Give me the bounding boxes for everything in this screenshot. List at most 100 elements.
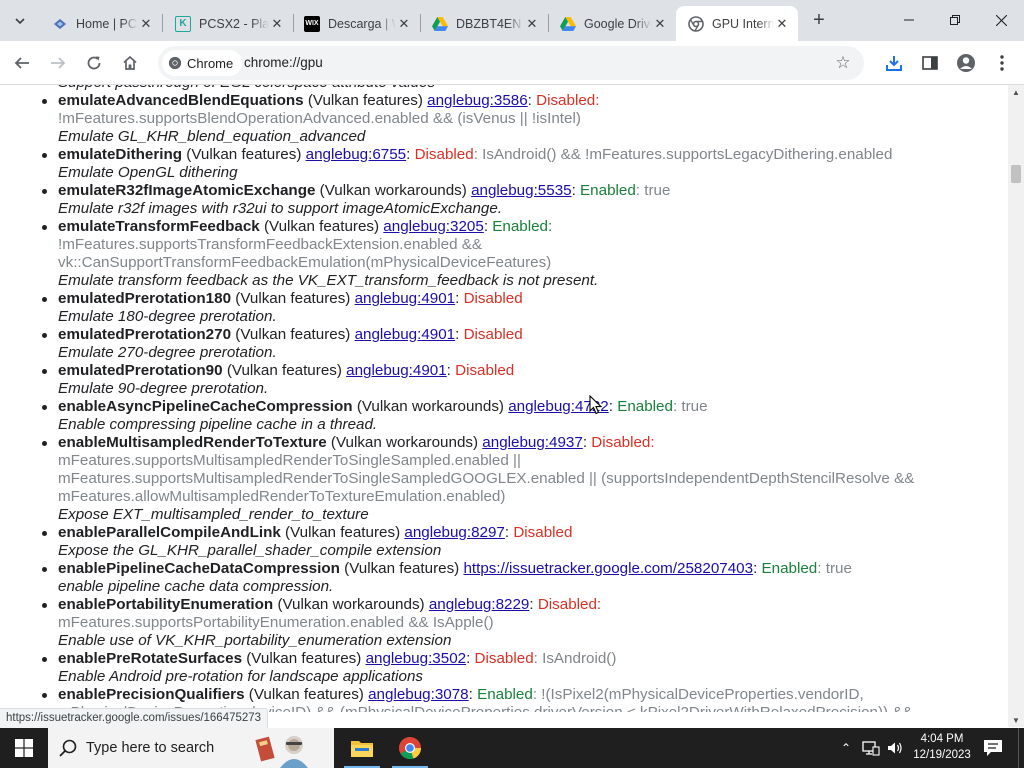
bug-link[interactable]: anglebug:4937 xyxy=(482,434,583,451)
close-icon[interactable]: ✕ xyxy=(524,16,540,32)
start-button[interactable] xyxy=(0,728,48,768)
vertical-scrollbar[interactable]: ▲ ▼ xyxy=(1008,85,1024,727)
browser-toolbar: Chrome chrome://gpu ☆ xyxy=(0,41,1024,85)
bug-link[interactable]: anglebug:4901 xyxy=(346,362,447,379)
back-button[interactable] xyxy=(8,49,36,77)
close-icon[interactable]: ✕ xyxy=(652,16,668,32)
address-bar[interactable]: Chrome chrome://gpu ☆ xyxy=(158,46,864,80)
minimize-icon xyxy=(904,19,914,21)
flag-description: enable pipeline cache data compression. xyxy=(58,578,334,595)
network-icon[interactable] xyxy=(862,739,880,757)
flag-name: emulatedPrerotation270 xyxy=(58,326,232,343)
forward-button[interactable] xyxy=(44,49,72,77)
flag-status: Disabled xyxy=(463,290,523,307)
flag-header: enablePortabilityEnumeration (Vulkan wor… xyxy=(58,596,602,613)
tab-google-drive[interactable]: Google Drive ✕ xyxy=(548,6,676,41)
taskbar-clock[interactable]: 4:04 PM 12/19/2023 xyxy=(912,731,972,765)
chrome-icon xyxy=(168,56,182,70)
flag-category: (Vulkan features) xyxy=(186,146,302,163)
chevron-down-icon xyxy=(15,18,25,25)
bug-link[interactable]: anglebug:4901 xyxy=(355,290,456,307)
tab-search-button[interactable] xyxy=(8,9,32,33)
bug-link[interactable]: anglebug:3205 xyxy=(383,218,484,235)
flag-description: Emulate 90-degree prerotation. xyxy=(58,380,269,397)
flag-category: (Vulkan workarounds) xyxy=(330,434,479,451)
flag-item: emulateDithering (Vulkan features) angle… xyxy=(0,146,914,182)
clock-time: 4:04 PM xyxy=(920,733,964,745)
close-icon[interactable]: ✕ xyxy=(774,16,790,32)
bug-link[interactable]: anglebug:5535 xyxy=(471,182,572,199)
flag-condition: vk::CanSupportTransformFeedbackEmulation… xyxy=(58,254,552,271)
site-chip-label: Chrome xyxy=(187,55,234,71)
flag-status: Enabled xyxy=(492,218,549,235)
flag-description: Emulate OpenGL dithering xyxy=(58,164,238,181)
bug-link[interactable]: anglebug:3586 xyxy=(427,92,528,109)
flag-header: enableAsyncPipelineCacheCompression (Vul… xyxy=(58,398,708,415)
bug-link[interactable]: anglebug:4901 xyxy=(355,326,456,343)
scroll-down-arrow-icon[interactable]: ▼ xyxy=(1008,713,1024,727)
restore-button[interactable] xyxy=(932,0,978,40)
windows-logo-icon xyxy=(15,739,33,757)
minimize-button[interactable] xyxy=(886,0,932,40)
flag-name: enablePrecisionQualifiers xyxy=(58,686,245,703)
search-icon xyxy=(59,739,77,757)
bug-link[interactable]: https://issuetracker.google.com/25820740… xyxy=(463,560,753,577)
flag-header: enablePrecisionQualifiers (Vulkan featur… xyxy=(58,686,864,703)
volume-icon[interactable] xyxy=(886,739,904,757)
taskbar-search-box[interactable]: Type here to search xyxy=(48,728,334,768)
flag-status: Disabled xyxy=(474,650,534,667)
star-icon: ☆ xyxy=(835,53,851,72)
scrollbar-thumb[interactable] xyxy=(1011,165,1021,183)
flag-item: emulatedPrerotation180 (Vulkan features)… xyxy=(0,290,914,326)
flag-name: enablePreRotateSurfaces xyxy=(58,650,243,667)
flag-description: Emulate GL_KHR_blend_equation_advanced xyxy=(58,128,366,145)
bug-link[interactable]: anglebug:3078 xyxy=(368,686,469,703)
close-icon[interactable]: ✕ xyxy=(269,16,285,32)
bookmark-star-button[interactable]: ☆ xyxy=(832,52,854,74)
close-icon[interactable]: ✕ xyxy=(396,16,412,32)
flag-condition: !(IsPixel2(mPhysicalDeviceProperties.ven… xyxy=(541,686,864,703)
tab-pcsx2[interactable]: K PCSX2 - PlayStation 2 Emulator ✕ xyxy=(163,6,293,41)
bug-link[interactable]: anglebug:3502 xyxy=(366,650,467,667)
taskbar-chrome[interactable] xyxy=(386,728,434,768)
site-info-chip[interactable]: Chrome xyxy=(162,50,243,76)
flag-header: enableMultisampledRenderToTexture (Vulka… xyxy=(58,434,655,451)
reload-button[interactable] xyxy=(80,49,108,77)
flag-header: emulatedPrerotation270 (Vulkan features)… xyxy=(58,326,523,343)
page-content: Support passthrough of EGL colorspace at… xyxy=(0,85,1008,712)
flag-header: emulateTransformFeedback (Vulkan feature… xyxy=(58,218,553,235)
show-desktop-button[interactable] xyxy=(1018,728,1019,768)
tab-home-pcsx2[interactable]: Home | PCSX2 - The Playstation 2 Emulato… xyxy=(40,6,162,41)
forward-arrow-icon xyxy=(51,57,66,69)
clock-date: 12/19/2023 xyxy=(913,749,971,761)
flag-condition: !mFeatures.supportsBlendOperationAdvance… xyxy=(58,110,581,127)
flag-header: enablePipelineCacheDataCompression (Vulk… xyxy=(58,560,852,577)
profile-button[interactable] xyxy=(952,49,980,77)
flag-status: Enabled xyxy=(761,560,818,577)
bug-link[interactable]: anglebug:8229 xyxy=(429,596,530,613)
bug-link[interactable]: anglebug:8297 xyxy=(404,524,505,541)
url-text[interactable]: chrome://gpu xyxy=(244,55,323,70)
tab-dbzbt4en[interactable]: DBZBT4EN ✕ xyxy=(420,6,548,41)
downloads-button[interactable] xyxy=(880,49,908,77)
scroll-up-arrow-icon[interactable]: ▲ xyxy=(1008,85,1024,99)
bug-link[interactable]: anglebug:6755 xyxy=(306,146,407,163)
notification-center-button[interactable] xyxy=(978,734,1008,762)
more-vert-icon xyxy=(1000,55,1004,71)
new-tab-button[interactable]: + xyxy=(808,9,830,31)
flag-item: enablePortabilityEnumeration (Vulkan wor… xyxy=(0,596,914,650)
close-icon xyxy=(995,14,1007,26)
flag-condition: mFeatures.supportsMultisampledRenderToSi… xyxy=(58,452,521,469)
close-window-button[interactable] xyxy=(978,0,1024,40)
tab-descarga[interactable]: WIX Descarga | Wix ✕ xyxy=(292,6,420,41)
menu-button[interactable] xyxy=(988,49,1016,77)
home-icon xyxy=(123,55,137,70)
taskbar-file-explorer[interactable] xyxy=(338,728,386,768)
flag-name: enableAsyncPipelineCacheCompression xyxy=(58,398,353,415)
tab-title: GPU Internals xyxy=(712,16,774,31)
home-button[interactable] xyxy=(116,49,144,77)
show-hidden-icons-button[interactable]: ⌃ xyxy=(838,739,854,757)
close-icon[interactable]: ✕ xyxy=(138,16,154,32)
side-panel-button[interactable] xyxy=(916,49,944,77)
tab-gpu-internals[interactable]: GPU Internals ✕ xyxy=(676,6,798,41)
